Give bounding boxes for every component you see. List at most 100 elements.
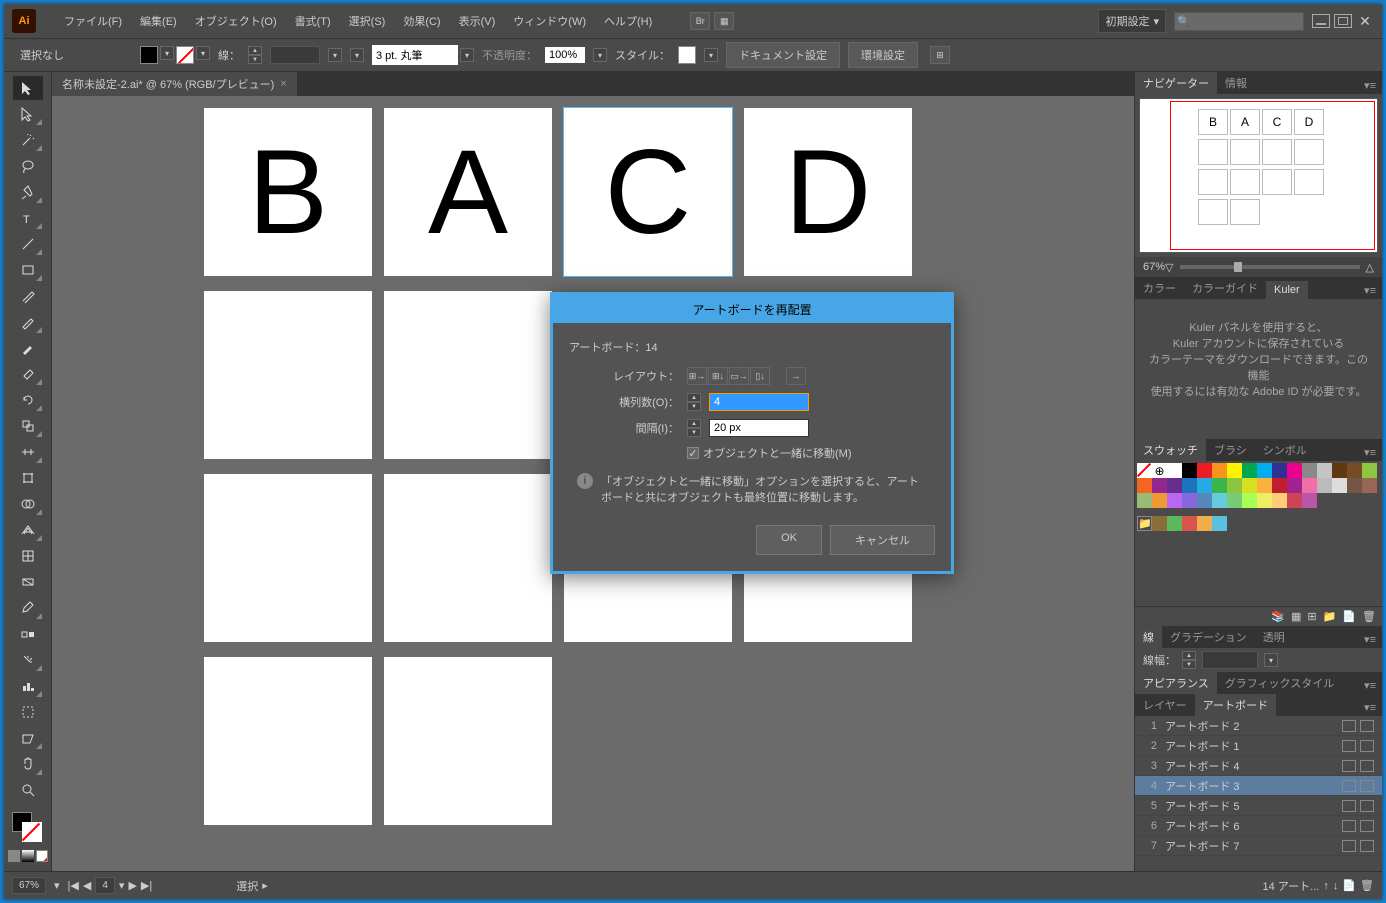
stroke-style-value[interactable]: 3 pt. 丸筆	[372, 45, 458, 65]
swatch-color[interactable]	[1197, 493, 1212, 508]
artboard-row[interactable]: 2アートボード 1	[1135, 736, 1382, 756]
zoom-tool[interactable]	[13, 778, 43, 802]
gradient-mode-icon[interactable]	[22, 850, 34, 862]
swatch-color[interactable]	[1332, 478, 1347, 493]
cols-down[interactable]: ▼	[687, 402, 701, 411]
status-reorder-up-icon[interactable]: ↑	[1323, 880, 1329, 892]
columns-input[interactable]: 4	[709, 393, 809, 411]
stroke-weight-dd[interactable]: ▾	[328, 48, 342, 62]
artboard-row[interactable]: 3アートボード 4	[1135, 756, 1382, 776]
artboard-row[interactable]: 1アートボード 2	[1135, 716, 1382, 736]
menu-effect[interactable]: 効果(C)	[395, 9, 448, 33]
new-group-icon[interactable]: 📁	[1323, 610, 1337, 623]
swatch-color[interactable]	[1182, 493, 1197, 508]
delete-swatch-icon[interactable]: 🗑	[1362, 610, 1376, 623]
tab-close-icon[interactable]: ×	[280, 78, 286, 90]
artboard-row[interactable]: 5アートボード 5	[1135, 796, 1382, 816]
minimize-button[interactable]	[1312, 14, 1330, 28]
spacing-input[interactable]: 20 px	[709, 419, 809, 437]
scale-tool[interactable]	[13, 414, 43, 438]
fill-dropdown[interactable]: ▾	[160, 46, 174, 60]
perspective-grid-tool[interactable]	[13, 518, 43, 542]
status-new-icon[interactable]: 📄	[1342, 879, 1356, 892]
artboard-row[interactable]: 7アートボード 7	[1135, 836, 1382, 856]
swatch-color[interactable]	[1257, 493, 1272, 508]
close-button[interactable]: ✕	[1356, 13, 1374, 30]
swatch-color[interactable]	[1212, 478, 1227, 493]
swatch-options-icon[interactable]: ⊞	[1307, 610, 1316, 623]
new-swatch-icon[interactable]: 📄	[1342, 610, 1356, 623]
swatch-color[interactable]	[1362, 463, 1377, 478]
swatch-color[interactable]	[1347, 478, 1362, 493]
artboards-tab[interactable]: アートボード	[1195, 694, 1276, 716]
menu-file[interactable]: ファイル(F)	[56, 9, 130, 33]
fill-stroke-indicator[interactable]	[12, 812, 44, 844]
swatch-color[interactable]	[1257, 463, 1272, 478]
info-tab[interactable]: 情報	[1217, 72, 1255, 94]
artboard-options-icon[interactable]	[1360, 760, 1374, 772]
swatch-color[interactable]	[1362, 478, 1377, 493]
eraser-tool[interactable]	[13, 362, 43, 386]
nav-zoom-in-icon[interactable]: △	[1366, 261, 1374, 274]
direct-selection-tool[interactable]	[13, 102, 43, 126]
menu-window[interactable]: ウィンドウ(W)	[505, 9, 594, 33]
library-icon[interactable]: 📚	[1271, 610, 1285, 623]
none-mode-icon[interactable]	[36, 850, 48, 862]
color-mode-icon[interactable]	[8, 850, 20, 862]
blob-brush-tool[interactable]	[13, 336, 43, 360]
brushes-tab[interactable]: ブラシ	[1206, 439, 1255, 461]
artboard-options-icon[interactable]	[1360, 840, 1374, 852]
swatch-color[interactable]	[1212, 463, 1227, 478]
navigator-tab[interactable]: ナビゲーター	[1135, 72, 1217, 94]
panel-menu-icon[interactable]: ▾≡	[1358, 77, 1382, 94]
gap-up[interactable]: ▲	[687, 419, 701, 428]
pencil-tool[interactable]	[13, 310, 43, 334]
swatch-group-icon[interactable]: 📁	[1137, 516, 1152, 531]
swatch-color[interactable]	[1272, 463, 1287, 478]
symbol-sprayer-tool[interactable]	[13, 648, 43, 672]
pen-tool[interactable]	[13, 180, 43, 204]
swatches-tab[interactable]: スウォッチ	[1135, 439, 1206, 461]
move-objects-checkbox[interactable]: ✓ オブジェクトと一緒に移動(M)	[687, 445, 852, 461]
stroke-dropdown[interactable]: ▾	[196, 46, 210, 60]
swatch-color[interactable]	[1197, 463, 1212, 478]
status-reorder-down-icon[interactable]: ↓	[1333, 880, 1339, 892]
swatch-color[interactable]	[1332, 463, 1347, 478]
artboard-options-icon[interactable]	[1360, 780, 1374, 792]
menu-edit[interactable]: 編集(E)	[132, 9, 185, 33]
navigator-preview[interactable]: B A C D	[1139, 98, 1378, 253]
cols-up[interactable]: ▲	[687, 393, 701, 402]
line-tool[interactable]	[13, 232, 43, 256]
eyedropper-tool[interactable]	[13, 596, 43, 620]
status-next-icon[interactable]: ▶	[128, 879, 136, 892]
artboard-options-icon[interactable]	[1360, 800, 1374, 812]
artboard-orient-icon[interactable]	[1342, 840, 1356, 852]
column-graph-tool[interactable]	[13, 674, 43, 698]
rotate-tool[interactable]	[13, 388, 43, 412]
swatch-color[interactable]	[1137, 493, 1152, 508]
layers-tab[interactable]: レイヤー	[1135, 694, 1195, 716]
nav-zoom-slider[interactable]	[1180, 265, 1360, 269]
menu-help[interactable]: ヘルプ(H)	[596, 9, 660, 33]
swatch-color[interactable]	[1182, 463, 1197, 478]
stroke-panel-tab[interactable]: 線	[1135, 626, 1162, 648]
style-swatch[interactable]	[678, 46, 696, 64]
layout-grid-row-icon[interactable]: ⊞→	[687, 367, 707, 385]
swatch-color[interactable]	[1167, 478, 1182, 493]
layout-col-icon[interactable]: ▯↓	[750, 367, 770, 385]
status-last-icon[interactable]: ▶|	[141, 879, 152, 892]
document-tab[interactable]: 名称未設定-2.ai* @ 67% (RGB/プレビュー)×	[52, 72, 297, 96]
status-first-icon[interactable]: |◀	[68, 879, 79, 892]
status-prev-icon[interactable]: ◀	[83, 879, 91, 892]
menu-object[interactable]: オブジェクト(O)	[187, 9, 285, 33]
artboard-orient-icon[interactable]	[1342, 800, 1356, 812]
document-setup-button[interactable]: ドキュメント設定	[726, 42, 840, 68]
gradient-panel-tab[interactable]: グラデーション	[1162, 626, 1255, 648]
menu-view[interactable]: 表示(V)	[451, 9, 504, 33]
artboard-options-icon[interactable]	[1360, 720, 1374, 732]
arrange-icon[interactable]: ▦	[714, 12, 734, 30]
show-kind-icon[interactable]: ▦	[1291, 610, 1301, 623]
layout-grid-col-icon[interactable]: ⊞↓	[708, 367, 728, 385]
swatch-none[interactable]	[1137, 463, 1152, 478]
slice-tool[interactable]	[13, 726, 43, 750]
